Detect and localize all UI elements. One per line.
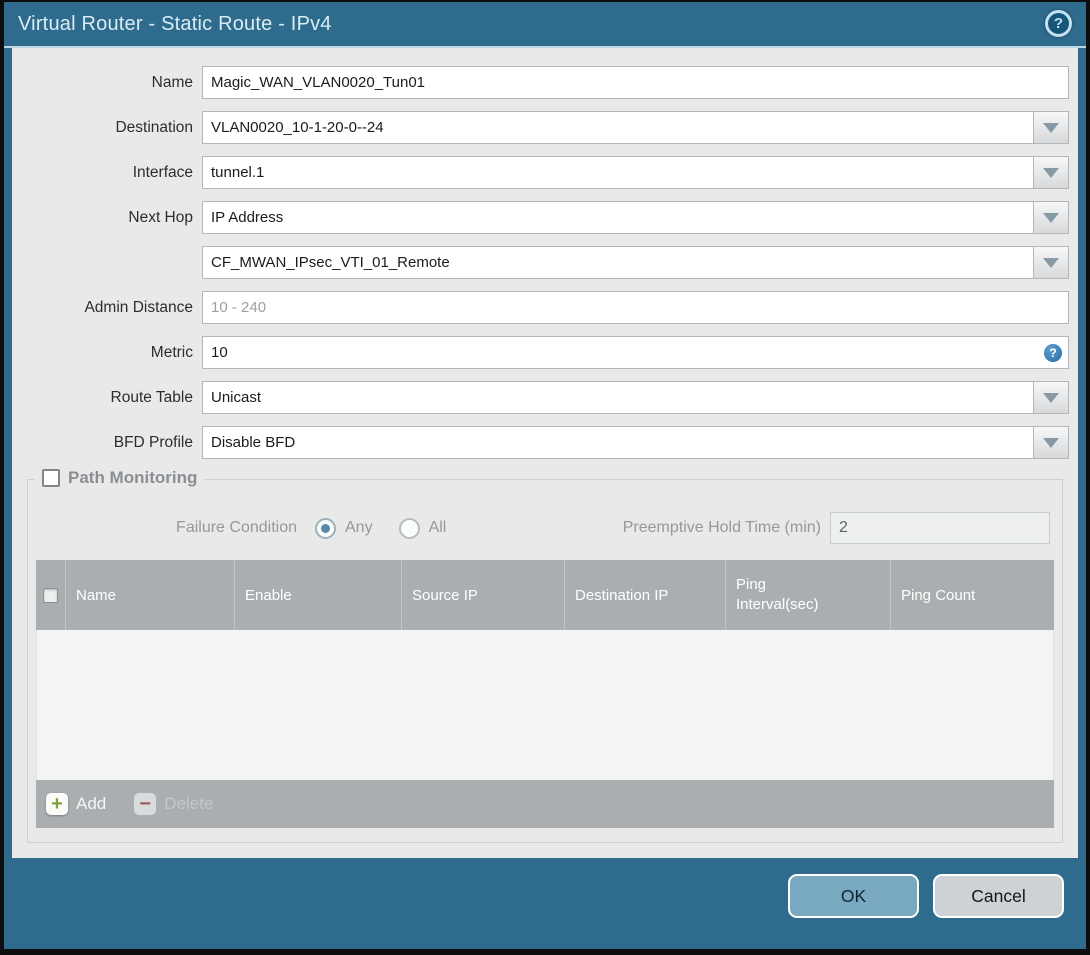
next-hop-address-dropdown-button[interactable] [1034,246,1069,279]
failure-condition-radio-any[interactable] [315,517,336,539]
next-hop-address-row [12,240,1078,285]
column-header-ping-count[interactable]: Ping Count [890,560,1054,630]
dialog-footer: OK Cancel [4,858,1086,947]
next-hop-type-dropdown-button[interactable] [1034,201,1069,234]
help-glyph: ? [1053,15,1064,32]
chevron-down-icon [1043,392,1059,403]
next-hop-row: Next Hop [12,195,1078,240]
column-header-ping-interval-text: Ping Interval(sec) [736,575,819,613]
delete-button-label: Delete [164,794,214,813]
name-row: Name [12,60,1078,105]
bfd-profile-row: BFD Profile [12,420,1078,465]
chevron-down-icon [1043,437,1059,448]
dialog-titlebar: Virtual Router - Static Route - IPv4 ? [4,2,1086,48]
path-monitoring-label: Path Monitoring [68,468,198,487]
failure-condition-radio-all[interactable] [398,517,420,539]
ok-button[interactable]: OK [788,874,919,918]
interface-dropdown-button[interactable] [1034,156,1069,189]
table-footer: + Add − Delete [36,780,1054,828]
destination-input[interactable] [202,111,1034,144]
failure-condition-all-label: All [428,519,447,536]
help-icon[interactable]: ? [1045,10,1072,37]
metric-input[interactable] [202,336,1069,369]
chevron-down-icon [1043,167,1059,178]
select-all-checkbox[interactable] [43,587,58,603]
failure-condition-row: Failure Condition Any All Preemptive Hol… [28,512,1062,544]
column-header-ping-interval[interactable]: Ping Interval(sec) [725,560,890,630]
route-table-label: Route Table [110,388,193,406]
path-monitoring-legend: Path Monitoring [34,468,206,488]
route-table-dropdown-button[interactable] [1034,381,1069,414]
preemptive-hold-time-group: Preemptive Hold Time (min) [623,512,1050,544]
table-body-empty [36,630,1054,780]
form-area: Name Destination Interface Next Hop [12,48,1078,858]
next-hop-label: Next Hop [128,208,193,226]
interface-label: Interface [132,163,193,181]
admin-distance-label: Admin Distance [84,298,193,316]
cancel-button[interactable]: Cancel [933,874,1064,918]
bfd-profile-input[interactable] [202,426,1034,459]
path-monitoring-section: Path Monitoring Failure Condition Any Al… [27,468,1063,843]
chevron-down-icon [1043,257,1059,268]
column-header-source-ip[interactable]: Source IP [401,560,564,630]
delete-icon: − [134,793,157,815]
path-monitoring-table: Name Enable Source IP Destination IP Pin… [36,560,1054,828]
metric-row: Metric ? [12,330,1078,375]
column-header-destination-ip[interactable]: Destination IP [564,560,725,630]
route-table-row: Route Table [12,375,1078,420]
admin-distance-input[interactable] [202,291,1069,324]
metric-help-icon[interactable]: ? [1044,344,1062,362]
route-table-input[interactable] [202,381,1034,414]
failure-condition-label: Failure Condition [176,519,297,536]
destination-dropdown-button[interactable] [1034,111,1069,144]
column-header-enable[interactable]: Enable [234,560,401,630]
destination-row: Destination [12,105,1078,150]
metric-label: Metric [150,343,193,361]
column-header-name[interactable]: Name [65,560,234,630]
preemptive-hold-time-label: Preemptive Hold Time (min) [622,519,821,536]
add-button-label: Add [76,794,107,813]
bfd-profile-label: BFD Profile [113,433,193,451]
admin-distance-row: Admin Distance [12,285,1078,330]
add-icon: + [46,793,68,815]
path-monitoring-checkbox[interactable] [42,469,60,487]
name-label: Name [151,73,193,91]
preemptive-hold-time-input[interactable] [830,512,1050,544]
table-header: Name Enable Source IP Destination IP Pin… [36,560,1054,630]
name-input[interactable] [202,66,1069,99]
failure-condition-any-label: Any [345,519,373,536]
add-button[interactable]: + Add [46,793,106,815]
destination-label: Destination [115,118,193,136]
static-route-dialog: Virtual Router - Static Route - IPv4 ? N… [0,0,1090,955]
delete-button[interactable]: − Delete [134,793,213,815]
interface-row: Interface [12,150,1078,195]
bfd-profile-dropdown-button[interactable] [1034,426,1069,459]
interface-input[interactable] [202,156,1034,189]
chevron-down-icon [1043,122,1059,133]
chevron-down-icon [1043,212,1059,223]
dialog-title: Virtual Router - Static Route - IPv4 [18,12,332,35]
next-hop-address-input[interactable] [202,246,1034,279]
next-hop-type-input[interactable] [202,201,1034,234]
help-glyph: ? [1049,346,1057,360]
